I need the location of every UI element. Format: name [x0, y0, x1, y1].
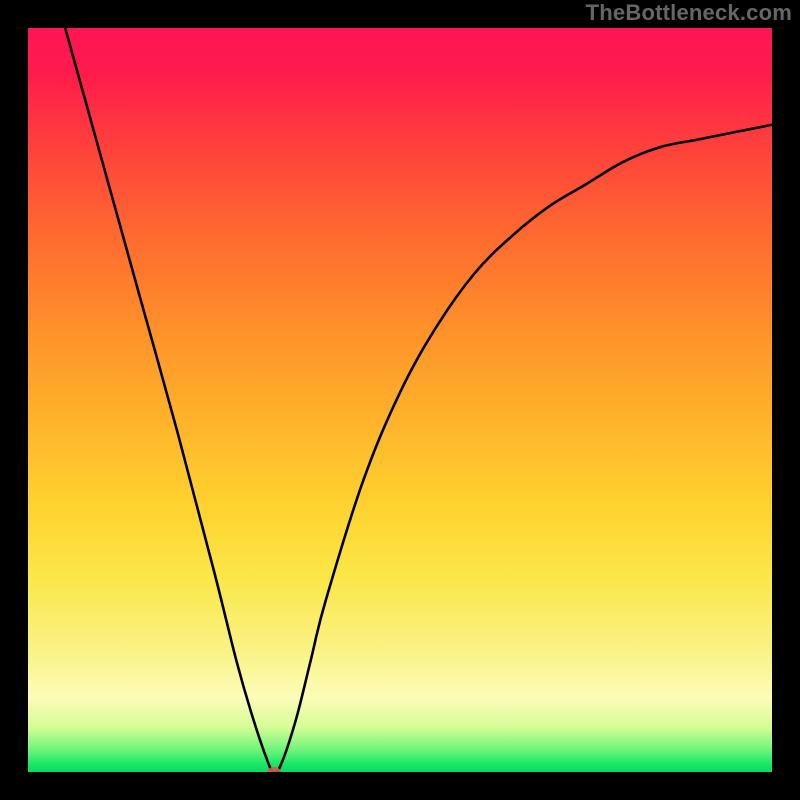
chart-frame: TheBottleneck.com — [0, 0, 800, 800]
curve-line — [65, 28, 772, 772]
plot-area — [28, 28, 772, 772]
min-marker — [267, 767, 281, 772]
watermark-text: TheBottleneck.com — [586, 0, 792, 26]
curve-svg — [28, 28, 772, 772]
